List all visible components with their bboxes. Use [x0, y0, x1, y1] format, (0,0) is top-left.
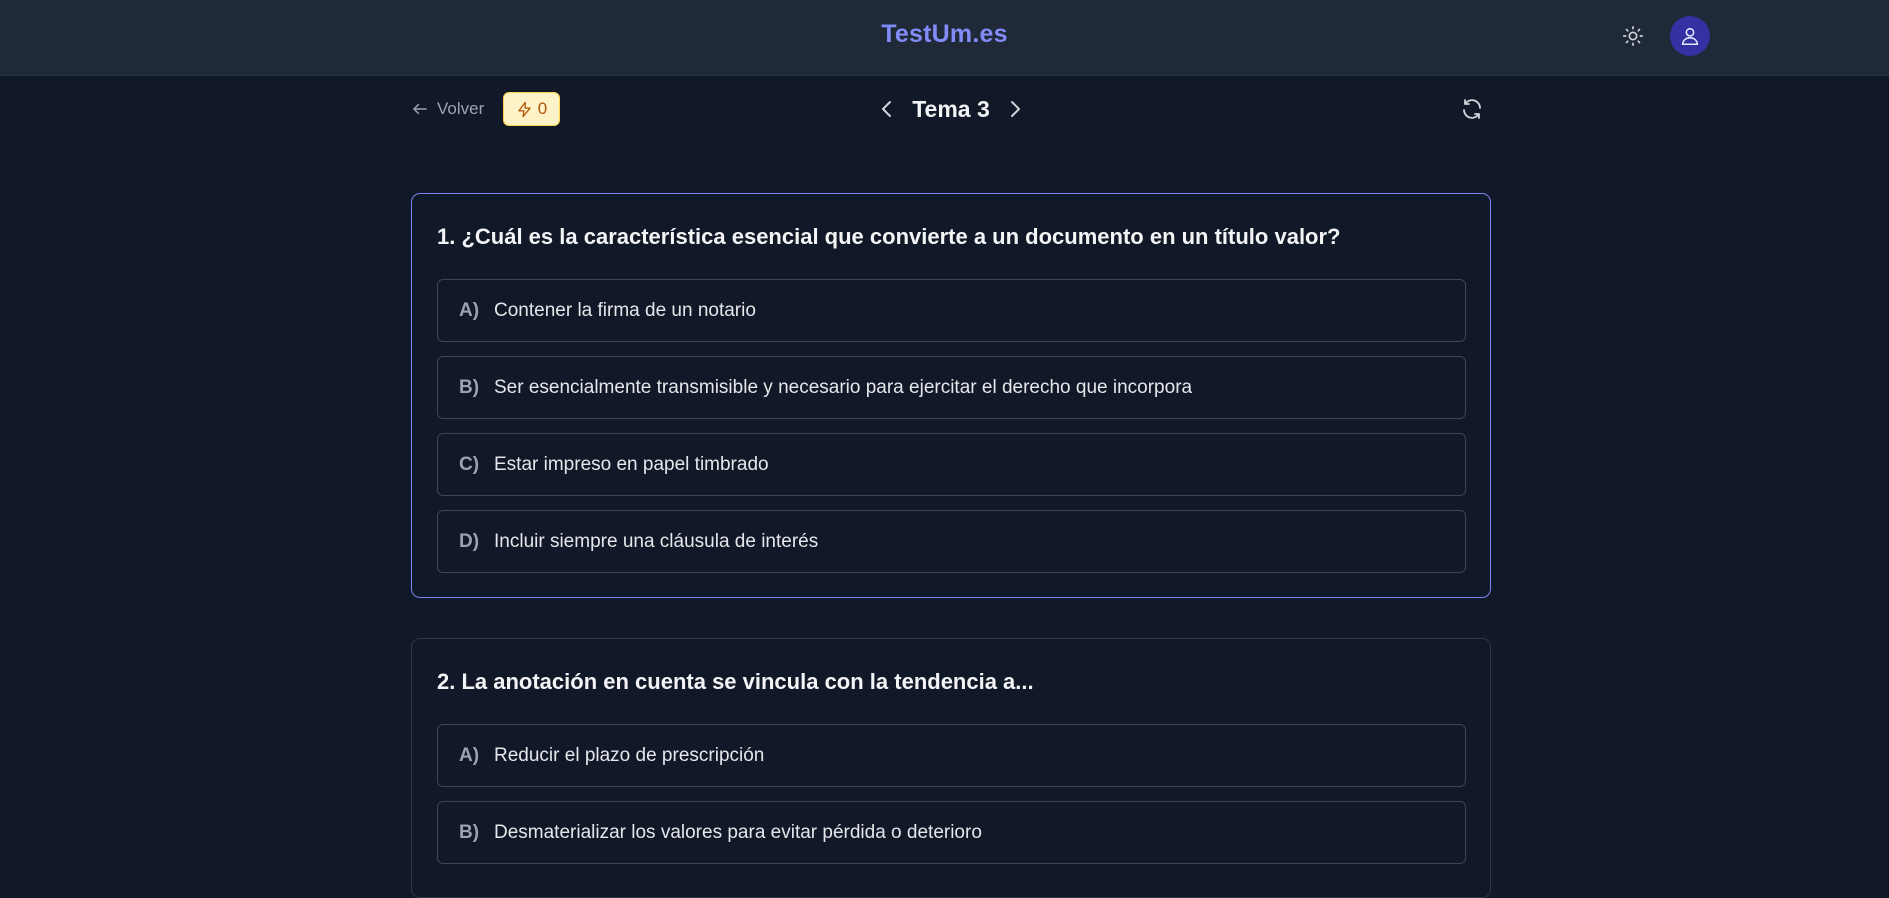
streak-badge: 0 [503, 92, 560, 126]
answer-option-b[interactable]: B) Desmaterializar los valores para evit… [437, 801, 1466, 864]
option-letter: A) [459, 744, 480, 766]
brand-logo[interactable]: TestUm.es [0, 20, 1889, 49]
streak-count: 0 [537, 99, 548, 118]
option-text: Reducir el plazo de prescripción [494, 744, 765, 766]
option-text: Incluir siempre una cláusula de interés [494, 530, 819, 552]
quiz-toolbar: Volver 0 Tema 3 [411, 90, 1491, 128]
answer-option-a[interactable]: A) Reducir el plazo de prescripción [437, 724, 1466, 787]
previous-topic-button[interactable] [876, 94, 898, 124]
chevron-left-icon [882, 101, 891, 117]
next-topic-button[interactable] [1004, 94, 1026, 124]
answer-option-c[interactable]: C) Estar impreso en papel timbrado [437, 433, 1466, 496]
top-navbar: TestUm.es [0, 0, 1889, 76]
option-letter: B) [459, 821, 480, 843]
question-text: 1. ¿Cuál es la característica esencial q… [437, 224, 1341, 249]
option-text: Desmaterializar los valores para evitar … [494, 821, 982, 843]
sun-icon [1623, 26, 1643, 46]
back-label: Volver [437, 99, 485, 118]
refresh-icon [1463, 99, 1481, 119]
arrow-left-icon [413, 103, 427, 115]
option-letter: C) [459, 453, 480, 475]
back-button[interactable]: Volver [411, 96, 484, 122]
user-avatar-button[interactable] [1670, 16, 1710, 56]
option-text: Contener la firma de un notario [494, 299, 756, 321]
theme-toggle-button[interactable] [1619, 22, 1647, 50]
option-letter: B) [459, 376, 480, 398]
option-letter: D) [459, 530, 480, 552]
option-letter: A) [459, 299, 480, 321]
question-card: 2. La anotación en cuenta se vincula con… [411, 638, 1491, 898]
refresh-button[interactable] [1458, 95, 1486, 123]
answer-option-b[interactable]: B) Ser esencialmente transmisible y nece… [437, 356, 1466, 419]
user-icon [1681, 27, 1699, 46]
option-text: Estar impreso en papel timbrado [494, 453, 769, 475]
lightning-icon [517, 101, 531, 117]
answer-option-d[interactable]: D) Incluir siempre una cláusula de inter… [437, 510, 1466, 573]
topic-title: Tema 3 [912, 95, 990, 122]
topic-navigator: Tema 3 [876, 90, 1026, 128]
option-text: Ser esencialmente transmisible y necesar… [494, 376, 1193, 398]
question-text: 2. La anotación en cuenta se vincula con… [437, 669, 1034, 694]
answer-option-a[interactable]: A) Contener la firma de un notario [437, 279, 1466, 342]
question-card: 1. ¿Cuál es la característica esencial q… [411, 193, 1491, 598]
chevron-right-icon [1011, 101, 1020, 117]
